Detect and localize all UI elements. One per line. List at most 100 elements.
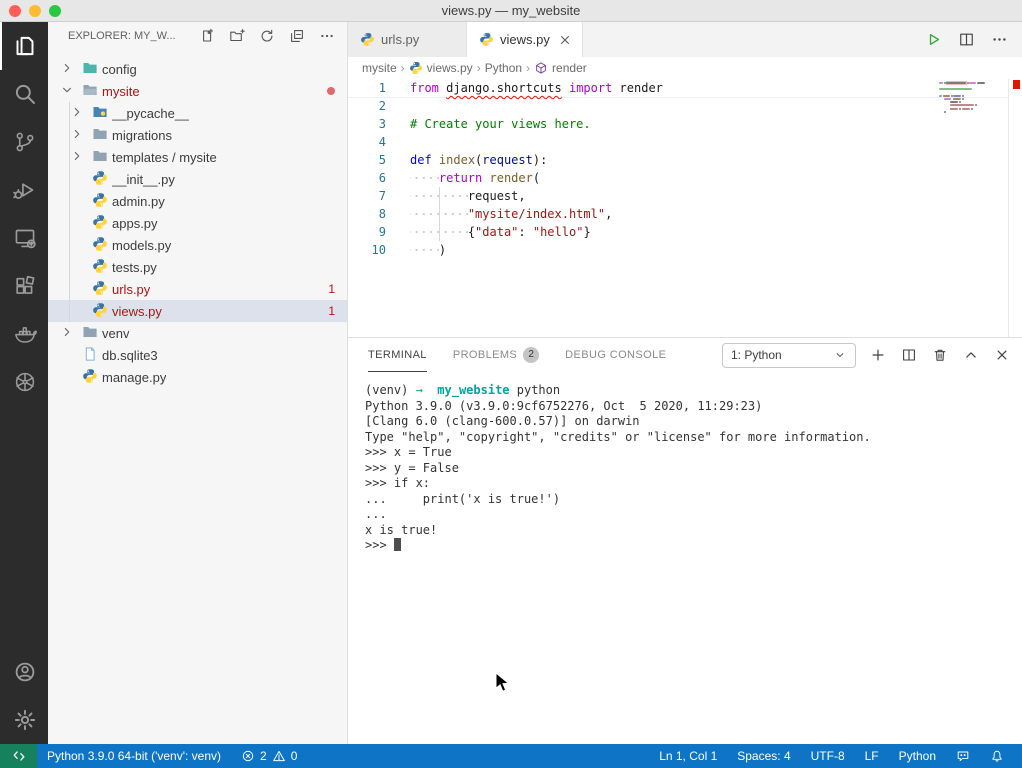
files-icon	[13, 34, 37, 58]
status-encoding[interactable]: UTF-8	[801, 744, 855, 768]
tree-item-views-py[interactable]: views.py1	[48, 300, 347, 322]
tree-item-urls-py[interactable]: urls.py1	[48, 278, 347, 300]
file-icon	[82, 346, 102, 365]
panel-tab-label: DEBUG CONSOLE	[565, 349, 666, 361]
terminal[interactable]: (venv) → my_website pythonPython 3.9.0 (…	[348, 372, 1022, 744]
tree-item-admin-py[interactable]: admin.py	[48, 190, 347, 212]
activity-remote-explorer[interactable]	[0, 214, 48, 262]
terminal-line: >>> x = True	[365, 445, 1022, 461]
tab-views-py[interactable]: views.py	[467, 22, 583, 57]
activity-explorer[interactable]	[0, 22, 48, 70]
panel-tab-problems[interactable]: PROBLEMS2	[453, 338, 539, 372]
breadcrumb: mysite›views.py›Python›render	[348, 57, 1022, 79]
folder-open-icon	[82, 82, 98, 101]
breadcrumb-item-views-py[interactable]: views.py	[409, 61, 473, 75]
code-editor[interactable]: 1from django.shortcuts import render23# …	[348, 79, 1022, 337]
folder-config-icon	[82, 60, 98, 79]
more-actions-button[interactable]	[319, 28, 335, 44]
activity-docker[interactable]	[0, 310, 48, 358]
breadcrumb-label: Python	[485, 61, 522, 75]
chevron-right-icon[interactable]	[60, 61, 74, 78]
minimap[interactable]	[936, 81, 1006, 201]
tree-item-config[interactable]: config	[48, 58, 347, 80]
status-remote-indicator[interactable]	[0, 744, 37, 768]
tree-item-templates-mysite[interactable]: templates / mysite	[48, 146, 347, 168]
problems-count-badge: 2	[523, 347, 539, 363]
tree-item-init-py[interactable]: __init__.py	[48, 168, 347, 190]
maximize-panel-button[interactable]	[963, 347, 979, 363]
status-feedback[interactable]	[946, 744, 980, 768]
tree-item-apps-py[interactable]: apps.py	[48, 212, 347, 234]
terminal-line: Type "help", "copyright", "credits" or "…	[365, 430, 1022, 446]
status-python-interpreter[interactable]: Python 3.9.0 64-bit ('venv': venv)	[37, 744, 231, 768]
chevron-right-icon[interactable]	[70, 105, 84, 122]
symbol-namespace-icon	[534, 61, 548, 75]
more-actions-button[interactable]	[991, 31, 1008, 48]
activity-extensions[interactable]	[0, 262, 48, 310]
chevron-right-icon[interactable]	[70, 127, 84, 144]
tree-item-venv[interactable]: venv	[48, 322, 347, 344]
new-file-button[interactable]	[199, 28, 215, 44]
folder-icon	[92, 126, 108, 145]
close-icon[interactable]	[558, 33, 572, 47]
tree-item-manage-py[interactable]: manage.py	[48, 366, 347, 388]
tree-item-db-sqlite3[interactable]: db.sqlite3	[48, 344, 347, 366]
tree-item-models-py[interactable]: models.py	[48, 234, 347, 256]
activity-search[interactable]	[0, 70, 48, 118]
status-cursor-position[interactable]: Ln 1, Col 1	[649, 744, 727, 768]
code-line-4: 4	[348, 133, 1022, 151]
activity-settings[interactable]	[0, 696, 48, 744]
refresh-button[interactable]	[259, 28, 275, 44]
chevron-right-icon[interactable]	[70, 149, 84, 166]
status-problems[interactable]: 20	[231, 744, 307, 768]
python-icon	[479, 32, 494, 47]
split-terminal-button[interactable]	[901, 347, 917, 363]
status-language-mode[interactable]: Python	[889, 744, 946, 768]
python-icon	[82, 368, 98, 387]
line-number: 4	[348, 133, 400, 151]
activity-source-control[interactable]	[0, 118, 48, 166]
activity-account[interactable]	[0, 648, 48, 696]
kill-terminal-button[interactable]	[932, 347, 948, 363]
line-number: 5	[348, 151, 400, 169]
kubernetes-icon	[13, 370, 37, 394]
tab-urls-py[interactable]: urls.py	[348, 22, 467, 57]
split-editor-button[interactable]	[958, 31, 975, 48]
tree-item-label: admin.py	[112, 194, 165, 209]
terminal-line: >>> if x:	[365, 476, 1022, 492]
panel-header: TERMINAL PROBLEMS2 DEBUG CONSOLE 1: Python	[348, 338, 1022, 372]
breadcrumb-item-mysite[interactable]: mysite	[362, 61, 397, 75]
tree-item-pycache[interactable]: __pycache__	[48, 102, 347, 124]
folder-icon	[92, 148, 112, 167]
chevron-down-icon[interactable]	[60, 83, 74, 100]
activity-kubernetes[interactable]	[0, 358, 48, 406]
terminal-cursor	[394, 538, 401, 551]
code-line-content: {"data": "hello"}	[400, 223, 591, 241]
tree-item-migrations[interactable]: migrations	[48, 124, 347, 146]
code-line-6: 6 return render(	[348, 169, 1022, 187]
close-panel-button[interactable]	[994, 347, 1010, 363]
new-folder-button[interactable]	[229, 28, 245, 44]
breadcrumb-item-render[interactable]: render	[534, 61, 587, 75]
tree-item-tests-py[interactable]: tests.py	[48, 256, 347, 278]
panel-tab-terminal[interactable]: TERMINAL	[368, 338, 427, 372]
status-notifications[interactable]	[980, 744, 1014, 768]
tree-item-mysite[interactable]: mysite	[48, 80, 347, 102]
error-icon	[241, 749, 255, 763]
panel-tab-debug-console[interactable]: DEBUG CONSOLE	[565, 338, 666, 372]
new-terminal-button[interactable]	[870, 347, 886, 363]
chevron-right-icon[interactable]	[60, 325, 74, 342]
tree-item-label: models.py	[112, 238, 171, 253]
terminal-select[interactable]: 1: Python	[722, 343, 856, 368]
breadcrumb-item-python[interactable]: Python	[485, 61, 522, 75]
run-python-file-button[interactable]	[925, 31, 942, 48]
activity-run-debug[interactable]	[0, 166, 48, 214]
tree-item-label: migrations	[112, 128, 172, 143]
tab-label: urls.py	[381, 32, 419, 47]
python-icon	[92, 258, 112, 277]
status-eol[interactable]: LF	[855, 744, 889, 768]
collapse-all-button[interactable]	[289, 28, 305, 44]
status-label: Ln 1, Col 1	[659, 749, 717, 763]
status-indentation[interactable]: Spaces: 4	[727, 744, 800, 768]
python-icon	[82, 368, 102, 387]
